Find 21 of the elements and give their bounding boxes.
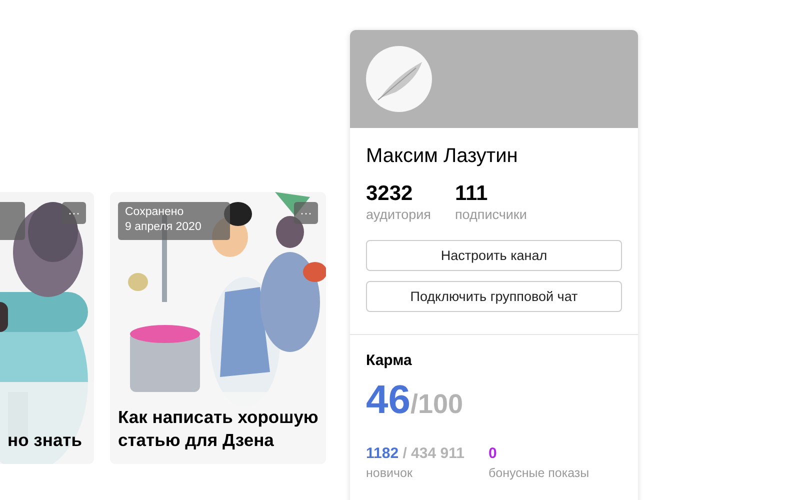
article-title: но знать <box>8 429 82 452</box>
stat-label: подписчики <box>454 206 527 224</box>
stat-value: 3232 <box>366 182 414 206</box>
stat-value: 111 <box>454 182 489 206</box>
feather-icon <box>366 46 432 112</box>
stat-label: аудитория <box>366 206 431 224</box>
more-button[interactable]: ··· <box>294 202 318 224</box>
article-title: Как написать хорошую статью для Дзена <box>118 406 320 452</box>
views-total: / 434 911 <box>402 445 464 462</box>
badge-text: 9 апреля 2020 <box>125 220 202 235</box>
karma-title: Карма <box>366 351 413 371</box>
karma-score: 46/100 <box>366 377 464 424</box>
rank-label: новичок <box>366 465 414 482</box>
channel-button[interactable]: Настроить канал <box>366 240 622 271</box>
channel-button[interactable]: Подключить групповой чат <box>366 281 622 312</box>
bonus-value: 0 <box>488 444 498 464</box>
badge-text: Сохранено <box>125 205 185 220</box>
more-button[interactable]: ··· <box>62 202 86 224</box>
bonus-label: бонусные показы <box>488 465 590 482</box>
views-count: 1182 <box>366 445 399 462</box>
channel-name: Максим Лазутин <box>366 144 519 168</box>
